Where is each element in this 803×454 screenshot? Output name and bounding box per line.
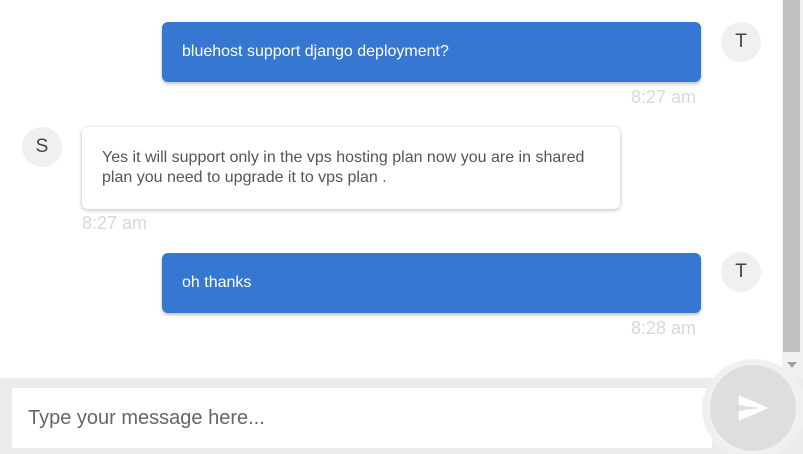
user-avatar: T xyxy=(721,22,761,62)
message-timestamp: 8:27 am xyxy=(631,87,697,107)
message-composer xyxy=(0,378,803,454)
support-avatar: S xyxy=(22,127,62,167)
user-avatar: T xyxy=(721,252,761,292)
scrollbar-thumb[interactable] xyxy=(783,0,800,352)
send-button[interactable] xyxy=(710,365,796,451)
message-timestamp: 8:27 am xyxy=(82,213,148,233)
scroll-down-arrow-icon[interactable] xyxy=(787,362,797,368)
message-input[interactable] xyxy=(12,388,712,448)
message-text: oh thanks xyxy=(182,274,252,291)
outgoing-message-bubble: oh thanks xyxy=(162,253,701,313)
chat-scrollbar[interactable] xyxy=(782,0,803,378)
message-timestamp: 8:28 am xyxy=(631,318,697,338)
send-icon xyxy=(738,395,769,421)
chat-messages-area: bluehost support django deployment? T 8:… xyxy=(0,0,782,378)
message-text: bluehost support django deployment? xyxy=(182,43,449,60)
message-text: Yes it will support only in the vps host… xyxy=(102,149,585,186)
outgoing-message-bubble: bluehost support django deployment? xyxy=(162,22,701,82)
incoming-message-bubble: Yes it will support only in the vps host… xyxy=(82,127,620,209)
